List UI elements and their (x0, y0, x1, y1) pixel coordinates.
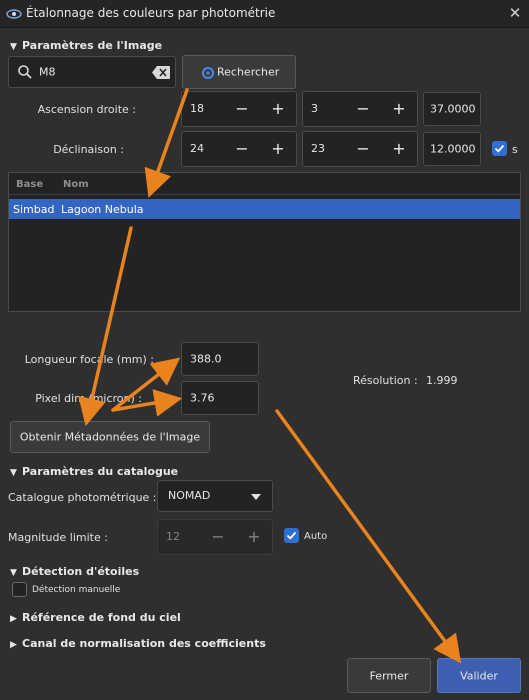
minus-icon[interactable]: − (200, 520, 236, 554)
close-icon[interactable]: ✕ (507, 5, 523, 21)
minus-icon[interactable]: − (224, 92, 260, 126)
checkmark-icon (286, 531, 297, 540)
search-input[interactable]: M8 (8, 56, 176, 88)
search-input-value: M8 (39, 65, 56, 79)
section-sky-background-label: Référence de fond du ciel (22, 611, 181, 624)
table-header: Base Nom (9, 173, 520, 195)
auto-checkbox-label: Auto (304, 531, 328, 542)
close-button[interactable]: Fermer (347, 658, 431, 693)
section-image-params-label: Paramètres de l'Image (22, 39, 163, 52)
plus-icon[interactable]: + (381, 132, 417, 166)
validate-button-label: Valider (460, 669, 498, 682)
auto-checkbox[interactable] (284, 528, 299, 543)
close-button-label: Fermer (369, 669, 409, 682)
ra-minutes-value: 3 (311, 102, 318, 115)
magnifier-icon (18, 65, 32, 79)
focal-label: Longueur focale (mm) : (24, 353, 154, 366)
south-checkbox[interactable] (492, 141, 507, 156)
title-bar: Étalonnage des couleurs par photométrie … (0, 0, 529, 28)
ra-hours-value: 18 (190, 102, 204, 115)
dec-degrees-value: 24 (190, 142, 204, 155)
search-spinner-icon (202, 67, 214, 79)
validate-button[interactable]: Valider (437, 658, 521, 693)
minus-icon[interactable]: − (345, 132, 381, 166)
ra-label: Ascension droite : (37, 103, 136, 116)
table-row[interactable]: Simbad Lagoon Nebula (9, 199, 520, 219)
section-normalization-label: Canal de normalisation des coefficients (22, 637, 266, 650)
minus-icon[interactable]: − (345, 92, 381, 126)
section-detection-label: Détection d'étoiles (22, 565, 140, 578)
pixel-size-value: 3.76 (190, 391, 215, 405)
minus-icon[interactable]: − (224, 132, 260, 166)
triangle-down-icon: ▼ (10, 568, 17, 578)
ra-seconds-field[interactable]: 37.0000 (423, 92, 481, 126)
column-header-nom[interactable]: Nom (63, 179, 89, 190)
dec-seconds-field[interactable]: 12.0000 (423, 132, 481, 166)
dec-label: Déclinaison : (53, 143, 124, 156)
mag-limit-value: 12 (166, 530, 180, 543)
plus-icon[interactable]: + (381, 92, 417, 126)
section-catalog[interactable]: ▼ Paramètres du catalogue (10, 465, 178, 478)
column-header-base[interactable]: Base (16, 179, 43, 190)
section-catalog-label: Paramètres du catalogue (22, 465, 179, 478)
south-checkbox-label: s (512, 143, 518, 156)
plus-icon[interactable]: + (236, 520, 272, 554)
catalog-dropdown[interactable]: NOMAD (157, 480, 273, 512)
get-metadata-button-label: Obtenir Métadonnées de l'Image (19, 430, 201, 444)
pixel-size-field[interactable]: 3.76 (181, 381, 259, 415)
dec-seconds-value: 12.0000 (430, 142, 476, 156)
section-sky-background[interactable]: ▶ Référence de fond du ciel (10, 611, 181, 624)
cell-nom: Lagoon Nebula (61, 203, 144, 216)
plus-icon[interactable]: + (260, 92, 296, 126)
section-detection[interactable]: ▼ Détection d'étoiles (10, 565, 139, 578)
section-normalization[interactable]: ▶ Canal de normalisation des coefficients (10, 637, 266, 650)
get-metadata-button[interactable]: Obtenir Métadonnées de l'Image (10, 421, 210, 453)
siril-icon (6, 9, 22, 19)
manual-detection-checkbox[interactable] (12, 582, 27, 597)
section-image-params[interactable]: ▼ Paramètres de l'Image (10, 39, 162, 52)
search-button[interactable]: Rechercher (182, 55, 296, 89)
resolution-label: Résolution : (353, 374, 418, 387)
triangle-right-icon: ▶ (10, 640, 17, 650)
catalog-label: Catalogue photométrique : (8, 491, 157, 504)
dec-minutes-spinner[interactable]: 23 − + (302, 131, 418, 167)
pixel-label: Pixel dim (micron) : (35, 392, 142, 405)
triangle-right-icon: ▶ (10, 614, 17, 624)
plus-icon[interactable]: + (260, 132, 296, 166)
ra-seconds-value: 37.0000 (430, 102, 476, 116)
ra-minutes-spinner[interactable]: 3 − + (302, 91, 418, 127)
dec-degrees-spinner[interactable]: 24 − + (181, 131, 297, 167)
mag-limit-spinner[interactable]: 12 − + (157, 519, 273, 555)
focal-length-value: 388.0 (190, 352, 222, 366)
results-table[interactable]: Base Nom Simbad Lagoon Nebula (8, 172, 521, 312)
resolution-value: 1.999 (426, 374, 458, 387)
ra-hours-spinner[interactable]: 18 − + (181, 91, 297, 127)
checkmark-icon (494, 144, 505, 153)
focal-length-field[interactable]: 388.0 (181, 342, 259, 376)
mag-label: Magnitude limite : (8, 531, 108, 544)
triangle-down-icon: ▼ (10, 468, 17, 478)
clear-text-icon[interactable] (152, 66, 170, 79)
manual-detection-label: Détection manuelle (32, 585, 121, 595)
window-title: Étalonnage des couleurs par photométrie (26, 6, 276, 20)
search-button-label: Rechercher (217, 65, 280, 79)
catalog-dropdown-value: NOMAD (168, 489, 211, 502)
chevron-down-icon (251, 494, 261, 500)
dec-minutes-value: 23 (311, 142, 325, 155)
triangle-down-icon: ▼ (10, 42, 17, 52)
cell-base: Simbad (13, 203, 55, 216)
